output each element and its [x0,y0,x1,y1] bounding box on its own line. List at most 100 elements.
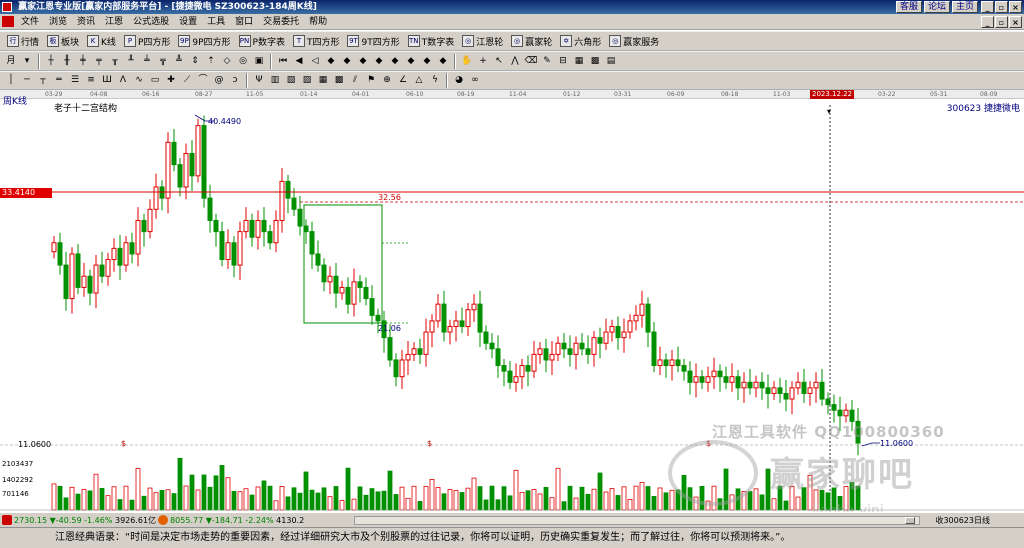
doc-icon[interactable] [2,16,14,27]
back-icon[interactable]: ◁ [308,55,322,68]
delta-icon[interactable]: △ [412,74,426,87]
eraser-icon[interactable]: ⌫ [524,55,538,68]
flag-icon[interactable]: ⚑ [364,74,378,87]
pin-icon[interactable]: ⊕ [380,74,394,87]
period-dropdown-icon[interactable]: ▾ [20,55,34,68]
level-icon[interactable]: ╤ [92,55,106,68]
rows-icon[interactable]: ▨ [300,74,314,87]
gann-wheel-button[interactable]: ◎ 江恩轮 [458,33,507,49]
mesh-icon[interactable]: ▩ [332,74,346,87]
scrollbar-thumb[interactable] [905,517,915,524]
menu-news[interactable]: 资讯 [72,14,100,30]
fork-icon[interactable]: Ψ [252,74,266,87]
channel-icon[interactable]: ═ [52,74,66,87]
crosshair-icon[interactable]: + [476,55,490,68]
grid2-icon[interactable]: ▩ [588,55,602,68]
arc-icon[interactable]: ⌒ [196,74,210,87]
table-icon[interactable]: ▦ [572,55,586,68]
pie-icon[interactable]: ◕ [452,74,466,87]
box-icon[interactable]: ▭ [148,74,162,87]
step-icon[interactable]: ⇕ [188,55,202,68]
menu-tools[interactable]: 工具 [202,14,230,30]
bars-icon[interactable]: ▥ [268,74,282,87]
ruler-icon[interactable]: ⊟ [556,55,570,68]
ladder-icon[interactable]: ≡ [84,74,98,87]
menu-gann[interactable]: 江恩 [100,14,128,30]
infinity-icon[interactable]: ∞ [468,74,482,87]
hline-icon[interactable]: ─ [20,74,34,87]
9p-square-button[interactable]: 9P 9P四方形 [174,33,234,49]
tick-icon[interactable]: ↄ [228,74,242,87]
winner-wheel-button[interactable]: ◎ 赢家轮 [507,33,556,49]
cross-icon[interactable]: ✚ [164,74,178,87]
chart-scrollbar[interactable] [354,516,920,525]
p-number-table-button[interactable]: PN P数字表 [235,33,289,49]
cycle-icon[interactable]: ╨ [124,55,138,68]
forum-link[interactable]: 论坛 [923,1,950,13]
menu-trade[interactable]: 交易委托 [258,14,304,30]
mdi-close-button[interactable]: × [1009,16,1022,28]
grid-icon[interactable]: ╪ [76,55,90,68]
fib-icon[interactable]: ☰ [68,74,82,87]
pointer-icon[interactable]: ↖ [492,55,506,68]
first-icon[interactable]: ⏮ [276,55,290,68]
marker-8-icon[interactable]: ◆ [436,55,450,68]
marker-7-icon[interactable]: ◆ [420,55,434,68]
homepage-link[interactable]: 主页 [951,1,978,13]
period-selector[interactable]: 月 [4,55,18,68]
prev-icon[interactable]: ◀ [292,55,306,68]
t-number-table-button[interactable]: TN T数字表 [404,33,459,49]
bracket-icon[interactable]: ╥ [108,55,122,68]
shenzhen-index-icon[interactable] [158,515,169,525]
menu-window[interactable]: 窗口 [230,14,258,30]
gann-line-icon[interactable]: ┼ [44,55,58,68]
t-square-button[interactable]: T T四方形 [289,33,344,49]
maximize-button[interactable]: ▫ [995,1,1008,13]
shade-icon[interactable]: ▦ [316,74,330,87]
marker-4-icon[interactable]: ◆ [372,55,386,68]
quotes-button[interactable]: 行行情 [3,33,43,49]
split-icon[interactable]: ╦ [156,55,170,68]
pen-icon[interactable]: ✎ [540,55,554,68]
diamond-icon[interactable]: ◇ [220,55,234,68]
angle-icon[interactable]: ∠ [396,74,410,87]
mdi-minimize-button[interactable]: _ [981,16,994,28]
mdi-restore-button[interactable]: ▫ [995,16,1008,28]
winner-service-button[interactable]: ◎ 赢家服务 [605,33,663,49]
marker-2-icon[interactable]: ◆ [340,55,354,68]
fan-icon[interactable]: ╫ [60,55,74,68]
hexagon-button[interactable]: ✡ 六角形 [556,33,605,49]
page-icon[interactable]: ▤ [604,55,618,68]
marker-3-icon[interactable]: ◆ [356,55,370,68]
peak-icon[interactable]: Λ [116,74,130,87]
menu-help[interactable]: 帮助 [304,14,332,30]
trend-icon[interactable]: ⟋ [180,74,194,87]
spiral-icon[interactable]: @ [212,74,226,87]
square-icon[interactable]: ▣ [252,55,266,68]
vline-icon[interactable]: │ [4,74,18,87]
9t-square-button[interactable]: 9T 9T四方形 [343,33,403,49]
minimize-button[interactable]: _ [981,1,994,13]
arrow-icon[interactable]: ⇡ [204,55,218,68]
customer-service-link[interactable]: 客服 [895,1,922,13]
comb-icon[interactable]: Ш [100,74,114,87]
menu-formula-screener[interactable]: 公式选股 [128,14,174,30]
menu-settings[interactable]: 设置 [174,14,202,30]
zigzag-icon[interactable]: ⋀ [508,55,522,68]
kline-button[interactable]: K K线 [83,33,120,49]
tline-icon[interactable]: ┬ [36,74,50,87]
bolt-icon[interactable]: ϟ [428,74,442,87]
sectors-button[interactable]: 板板块 [43,33,83,49]
cols-icon[interactable]: ▧ [284,74,298,87]
marker-1-icon[interactable]: ◆ [324,55,338,68]
slash-icon[interactable]: ⫽ [348,74,362,87]
marker-5-icon[interactable]: ◆ [388,55,402,68]
circle-icon[interactable]: ◎ [236,55,250,68]
p-square-button[interactable]: P P四方形 [120,33,174,49]
close-button[interactable]: × [1009,1,1022,13]
menu-file[interactable]: 文件 [16,14,44,30]
marker-6-icon[interactable]: ◆ [404,55,418,68]
menu-browse[interactable]: 浏览 [44,14,72,30]
range-icon[interactable]: ╧ [140,55,154,68]
hand-icon[interactable]: ✋ [460,55,474,68]
